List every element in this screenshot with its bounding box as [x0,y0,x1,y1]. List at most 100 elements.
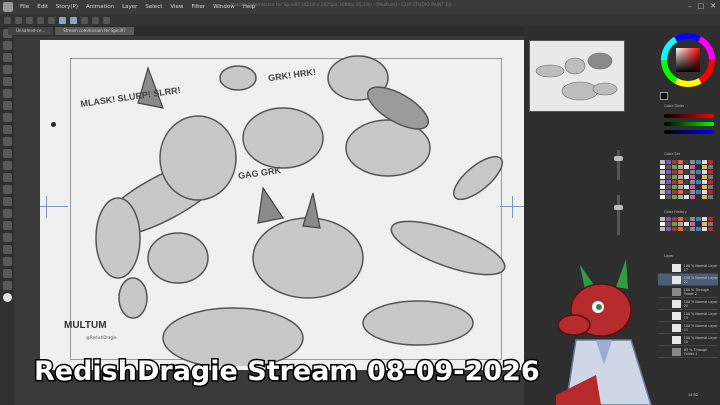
color-swatch[interactable] [660,185,665,189]
eyedropper-tool-icon[interactable] [2,101,12,110]
fill-tool-icon[interactable] [2,197,12,206]
move-layer-tool-icon[interactable] [2,65,12,74]
color-swatch[interactable] [708,195,713,199]
navigator-rotate-track[interactable] [617,195,620,235]
color-swatch[interactable] [702,190,707,194]
color-swatch[interactable] [696,195,701,199]
color-swatch[interactable] [672,180,677,184]
color-swatch[interactable] [696,170,701,174]
selection-tool-icon[interactable] [2,77,12,86]
move-tool-icon[interactable] [2,41,12,50]
save-icon[interactable] [26,16,33,24]
open-file-icon[interactable] [15,16,22,24]
color-swatch[interactable] [708,222,713,226]
new-file-icon[interactable] [4,16,11,24]
color-swatch[interactable] [666,165,671,169]
color-swatch[interactable] [678,217,683,221]
color-swatch[interactable] [684,227,689,231]
color-swatch[interactable] [708,175,713,179]
color-swatch[interactable] [690,180,695,184]
color-swatch[interactable] [690,185,695,189]
menu-story[interactable]: Story(P) [52,4,82,10]
color-swatch[interactable] [690,227,695,231]
color-swatch[interactable] [672,190,677,194]
color-swatch[interactable] [690,175,695,179]
balloon-tool-icon[interactable] [2,269,12,278]
color-swatch-icon[interactable] [2,293,12,302]
operation-tool-icon[interactable] [2,53,12,62]
clear-icon[interactable] [59,16,66,24]
menu-animation[interactable]: Animation [82,4,118,10]
color-swatch[interactable] [708,160,713,164]
color-swatch[interactable] [666,222,671,226]
color-swatch[interactable] [690,170,695,174]
color-swatch[interactable] [708,185,713,189]
ruler-tool-icon[interactable] [2,245,12,254]
menu-edit[interactable]: Edit [33,4,52,10]
brush-tool-icon[interactable] [2,137,12,146]
app-logo-icon[interactable] [3,2,13,12]
menu-select[interactable]: Select [141,4,166,10]
color-swatch[interactable] [678,190,683,194]
tab-stream-commission[interactable]: Stream commission for Spini97 [55,27,134,35]
color-swatch[interactable] [708,217,713,221]
layer-row[interactable]: 100 % Through Folder 2 [658,286,718,298]
color-swatch[interactable] [666,175,671,179]
color-swatch[interactable] [672,227,677,231]
transform-icon[interactable] [81,16,88,24]
color-swatch[interactable] [660,160,665,164]
color-swatch[interactable] [672,170,677,174]
eraser-tool-icon[interactable] [2,173,12,182]
color-swatch[interactable] [702,217,707,221]
text-tool-icon[interactable] [2,257,12,266]
color-swatch[interactable] [660,227,665,231]
menu-view[interactable]: View [166,4,187,10]
menu-layer[interactable]: Layer [118,4,141,10]
color-swatch[interactable] [678,170,683,174]
layer-row[interactable]: 100 % Normal Layer 19 [658,310,718,322]
color-swatch[interactable] [666,227,671,231]
color-swatch[interactable] [690,160,695,164]
main-color-chip[interactable] [660,92,668,100]
color-swatch[interactable] [696,227,701,231]
color-swatch[interactable] [684,195,689,199]
color-swatch[interactable] [702,195,707,199]
navigator-zoom-knob[interactable] [614,156,623,161]
auto-select-tool-icon[interactable] [2,89,12,98]
color-swatch[interactable] [690,222,695,226]
color-swatch[interactable] [666,195,671,199]
snap-icon[interactable] [103,16,110,24]
layer-row[interactable]: 100 % Normal Layer 10 [658,334,718,346]
color-swatch[interactable] [696,160,701,164]
layer-row[interactable]: 100 % Normal Layer 22 [658,274,718,286]
layer-row[interactable]: 65 % Through Folder 1 [658,346,718,358]
correct-line-tool-icon[interactable] [2,281,12,290]
layer-row[interactable]: 100 % Normal Layer 20 [658,298,718,310]
color-swatch[interactable] [702,180,707,184]
color-swatch[interactable] [702,227,707,231]
color-swatch[interactable] [708,170,713,174]
color-swatch[interactable] [708,180,713,184]
color-swatch[interactable] [690,165,695,169]
decoration-tool-icon[interactable] [2,161,12,170]
color-swatch[interactable] [672,165,677,169]
color-swatch[interactable] [672,160,677,164]
pen-tool-icon[interactable] [2,113,12,122]
color-swatch[interactable] [678,165,683,169]
color-swatch[interactable] [702,222,707,226]
color-swatch[interactable] [666,180,671,184]
color-swatch[interactable] [672,195,677,199]
color-swatch[interactable] [660,217,665,221]
color-swatch[interactable] [672,175,677,179]
color-swatch[interactable] [660,170,665,174]
red-slider[interactable] [664,114,714,118]
minimize-button[interactable]: – [688,2,692,10]
figure-tool-icon[interactable] [2,221,12,230]
color-swatch[interactable] [666,160,671,164]
redo-icon[interactable] [48,16,55,24]
color-swatch[interactable] [672,217,677,221]
color-set-grid[interactable] [660,160,713,199]
menu-file[interactable]: File [16,4,33,10]
layer-row[interactable]: 100 % Normal Layer 17 [658,262,718,274]
navigator-preview[interactable] [529,40,625,112]
